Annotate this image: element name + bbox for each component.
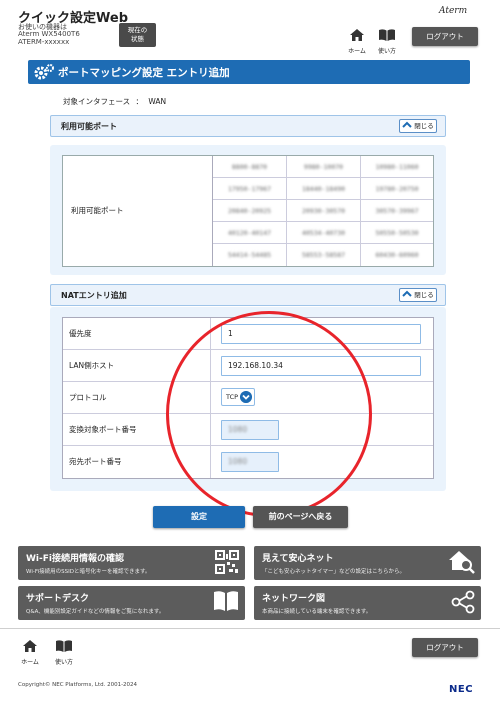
tile-desc: Q&A、機能別設定ガイドなどの情報をご覧になれます。 [26, 609, 165, 615]
tile-safe-net[interactable]: 見えて安心ネット 「こども安心ネットタイマー」などの設定はこちらから。 [254, 546, 481, 580]
available-ports-header: 利用可能ポート 閉じる [50, 115, 446, 137]
home-icon [350, 29, 364, 41]
device-model: Aterm WX5400T6 [18, 30, 80, 38]
tile-desc: Wi-Fi接続用のSSIDと暗号化キーを確認できます。 [26, 569, 151, 575]
port-range-cell: 50550-50530 [361, 222, 433, 244]
page: クイック設定Web お使いの機器は Aterm WX5400T6 ATERM-x… [0, 0, 500, 720]
nat-entry-title: NATエントリ追加 [61, 291, 127, 300]
nat-row-lan-host: LAN側ホスト 192.168.10.34 [63, 350, 433, 382]
current-status-button[interactable]: 現在の 状態 [119, 23, 156, 47]
translate-port-label: 変換対象ポート番号 [63, 414, 211, 446]
nat-row-destination-port: 宛先ポート番号 1080 [63, 446, 433, 478]
nec-logo: NEC [449, 684, 474, 695]
port-range-cell: 58553-58587 [287, 244, 361, 266]
header-home-link[interactable]: ホーム [345, 26, 369, 55]
nat-entry-close-button[interactable]: 閉じる [399, 288, 437, 302]
book-icon [214, 591, 238, 611]
interface-separator: ： [135, 97, 144, 106]
port-range-cell: 9980-10070 [287, 156, 361, 178]
tile-desc: 本商品に接続している端末を確認できます。 [262, 609, 372, 615]
available-ports-panel: 利用可能ポート 8800-8870 9980-10070 10980-11060… [50, 145, 446, 275]
nat-row-priority: 優先度 1 [63, 318, 433, 350]
available-ports-row-label: 利用可能ポート [63, 156, 213, 266]
header-usage-link[interactable]: 使い方 [375, 26, 399, 55]
footer-home-link[interactable]: ホーム [18, 637, 42, 666]
destination-port-label: 宛先ポート番号 [63, 446, 211, 478]
tile-desc: 「こども安心ネットタイマー」などの設定はこちらから。 [262, 569, 406, 575]
available-ports-table: 利用可能ポート 8800-8870 9980-10070 10980-11060… [62, 155, 434, 267]
protocol-label: プロトコル [63, 382, 211, 414]
header: クイック設定Web お使いの機器は Aterm WX5400T6 ATERM-x… [0, 0, 500, 55]
tile-support-desk[interactable]: サポートデスク Q&A、機能別設定ガイドなどの情報をご覧になれます。 [18, 586, 245, 620]
chevron-up-icon [402, 121, 412, 128]
gear-icon [34, 64, 54, 80]
tile-title: ネットワーク図 [262, 594, 326, 604]
available-ports-grid: 8800-8870 9980-10070 10980-11060 17950-1… [213, 156, 433, 266]
header-usage-label: 使い方 [377, 48, 396, 55]
logout-button[interactable]: ログアウト [412, 27, 478, 46]
brand-logo: Aterm [439, 6, 468, 16]
port-range-cell: 19780-20750 [361, 178, 433, 200]
footer-divider [0, 628, 500, 629]
lan-host-label: LAN側ホスト [63, 350, 211, 382]
home-search-icon [449, 551, 475, 574]
translate-port-value: 1080 [228, 425, 248, 434]
port-range-cell: 8800-8870 [213, 156, 287, 178]
device-id: ATERM-xxxxxx [18, 38, 70, 46]
footer-usage-link[interactable]: 使い方 [52, 637, 76, 666]
port-range-cell: 10980-11060 [361, 156, 433, 178]
destination-port-value: 1080 [228, 457, 248, 466]
protocol-value: TCP [226, 393, 239, 401]
tile-title: Wi-Fi接続用情報の確認 [26, 554, 124, 564]
footer-usage-label: 使い方 [54, 659, 73, 666]
nat-entry-header: NATエントリ追加 閉じる [50, 284, 446, 306]
port-range-cell: 60430-60960 [375, 251, 419, 259]
book-icon [56, 640, 72, 652]
nat-row-translate-port: 変換対象ポート番号 1080 [63, 414, 433, 446]
back-button[interactable]: 前のページへ戻る [253, 506, 348, 528]
header-home-label: ホーム [348, 48, 366, 55]
set-button[interactable]: 設定 [153, 506, 245, 528]
target-interface: 対象インタフェース ： WAN [63, 96, 166, 107]
footer-home-label: ホーム [21, 659, 39, 666]
nat-entry-form: 優先度 1 LAN側ホスト 192.168.10.34 プロトコル TCP 変換… [62, 317, 434, 479]
footer-logout-button[interactable]: ログアウト [412, 638, 478, 657]
nat-row-protocol: プロトコル TCP [63, 382, 433, 414]
available-ports-close-button[interactable]: 閉じる [399, 119, 437, 133]
priority-label: 優先度 [63, 318, 211, 350]
priority-input[interactable]: 1 [221, 324, 421, 344]
port-range-cell: 40534-40730 [287, 222, 361, 244]
port-range-cell: 40120-40147 [213, 222, 287, 244]
tile-title: サポートデスク [26, 594, 90, 604]
port-range-cell: 20930-30570 [287, 200, 361, 222]
translate-port-input[interactable]: 1080 [221, 420, 279, 440]
home-icon [23, 640, 37, 652]
tile-title: 見えて安心ネット [262, 554, 334, 564]
port-range-cell: 30570-39967 [361, 200, 433, 222]
nat-entry-close-label: 閉じる [414, 291, 434, 299]
port-range-cell: 54414-54485 [213, 244, 287, 266]
lan-host-input[interactable]: 192.168.10.34 [221, 356, 421, 376]
interface-label: 対象インタフェース [63, 97, 131, 106]
tile-wifi-info[interactable]: Wi-Fi接続用情報の確認 Wi-Fi接続用のSSIDと暗号化キーを確認できます… [18, 546, 245, 580]
available-ports-title: 利用可能ポート [61, 122, 117, 131]
qr-code-icon [215, 550, 239, 574]
destination-port-input[interactable]: 1080 [221, 452, 279, 472]
tile-network-map[interactable]: ネットワーク図 本商品に接続している端末を確認できます。 [254, 586, 481, 620]
share-network-icon [451, 590, 475, 614]
chevron-up-icon [402, 290, 412, 297]
interface-value: WAN [148, 97, 167, 106]
copyright: Copyright© NEC Platforms, Ltd. 2001-2024 [18, 682, 138, 688]
port-range-cell: 18440-18490 [287, 178, 361, 200]
available-ports-close-label: 閉じる [414, 122, 434, 130]
book-icon [379, 29, 395, 41]
protocol-select[interactable]: TCP [221, 388, 255, 406]
port-range-cell: 20840-20925 [213, 200, 287, 222]
port-range-cell: 17950-17967 [213, 178, 287, 200]
page-title-bar: ポートマッピング設定 エントリ追加 [28, 60, 470, 84]
nat-entry-panel: 優先度 1 LAN側ホスト 192.168.10.34 プロトコル TCP 変換… [50, 307, 446, 491]
page-title: ポートマッピング設定 エントリ追加 [58, 67, 230, 79]
chevron-down-icon [240, 391, 252, 403]
